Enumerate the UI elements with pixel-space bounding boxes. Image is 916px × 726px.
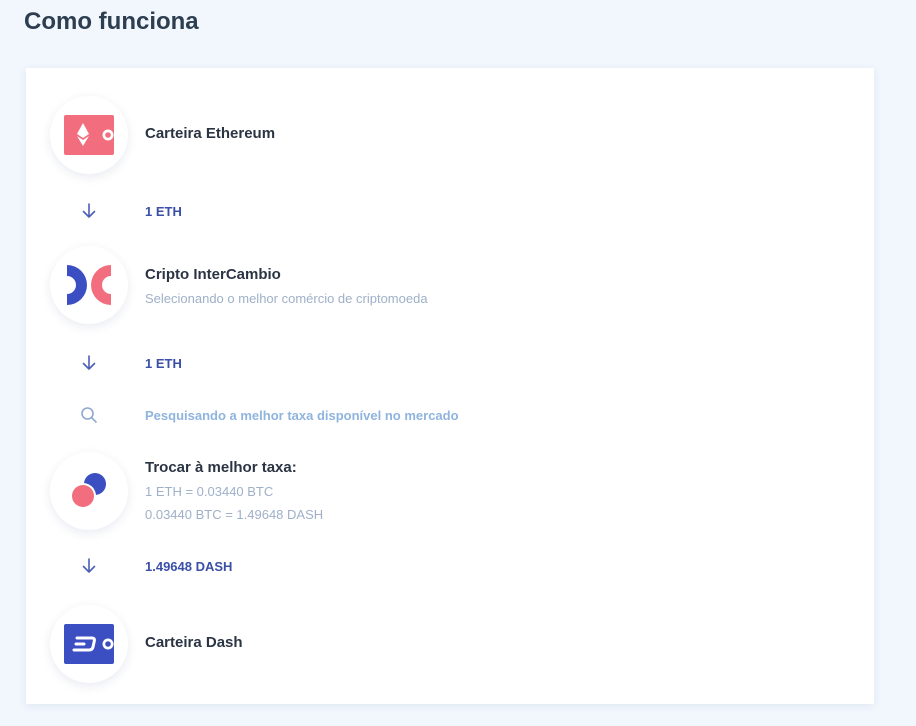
step-title-exchange: Cripto InterCambio — [145, 266, 281, 283]
ethereum-wallet-icon — [50, 96, 128, 174]
trade-icon — [50, 452, 128, 530]
step-title-ethereum-wallet: Carteira Ethereum — [145, 125, 276, 142]
trade-rate-btc-dash: 0.03440 BTC = 1.49648 DASH — [145, 507, 324, 522]
step-title-dash-wallet: Carteira Dash — [145, 634, 243, 651]
intercambio-logo-icon — [50, 246, 128, 324]
arrow-down-icon — [82, 558, 96, 573]
trade-rate-eth-btc: 1 ETH = 0.03440 BTC — [145, 484, 274, 499]
step-subtitle-exchange: Selecionando o melhor comércio de cripto… — [145, 291, 428, 306]
search-status-text: Pesquisando a melhor taxa disponível no … — [145, 408, 459, 423]
amount-eth-1: 1 ETH — [145, 204, 182, 219]
amount-dash: 1.49648 DASH — [145, 559, 233, 574]
dash-wallet-icon — [50, 605, 128, 683]
page-title: Como funciona — [24, 8, 199, 35]
arrow-down-icon — [82, 355, 96, 370]
amount-eth-2: 1 ETH — [145, 356, 182, 371]
how-it-works-card: Carteira Ethereum 1 ETH Cripto InterCamb… — [26, 68, 874, 704]
search-icon — [81, 407, 97, 423]
step-title-trade: Trocar à melhor taxa: — [145, 459, 297, 476]
arrow-down-icon — [82, 203, 96, 218]
